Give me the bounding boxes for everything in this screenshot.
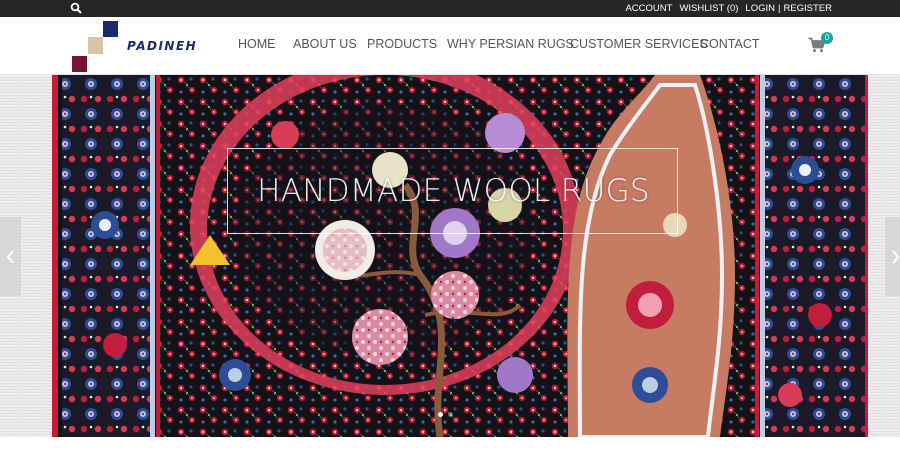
wishlist-link[interactable]: WISHLIST (0) (679, 3, 738, 14)
hero-caption: HANDMADE WOOL RUGS (257, 173, 650, 209)
top-bar: ACCOUNT WISHLIST (0) LOGIN | REGISTER (0, 0, 900, 17)
top-links: ACCOUNT WISHLIST (0) LOGIN | REGISTER (625, 2, 832, 15)
account-link[interactable]: ACCOUNT (625, 3, 672, 14)
logo-maroon-square (72, 56, 87, 72)
slider-next-button[interactable] (885, 217, 900, 296)
chevron-left-icon (6, 250, 14, 264)
login-link[interactable]: LOGIN (745, 3, 775, 14)
link-separator: | (777, 3, 781, 14)
logo-navy-square (103, 21, 118, 37)
register-link[interactable]: REGISTER (783, 3, 832, 14)
hero-slider: HANDMADE WOOL RUGS (0, 75, 900, 437)
hero-caption-frame: HANDMADE WOOL RUGS (227, 148, 678, 234)
nav-item-products[interactable]: PRODUCTS (367, 37, 437, 51)
logo-beige-square (88, 37, 103, 54)
nav-item-why-persian-rugs[interactable]: WHY PERSIAN RUGS (447, 37, 574, 51)
slider-prev-button[interactable] (0, 217, 21, 296)
chevron-right-icon (892, 250, 900, 264)
logo-wordmark: PADINEH (127, 39, 198, 53)
nav-item-about-us[interactable]: ABOUT US (293, 37, 357, 51)
nav-item-contact[interactable]: CONTACT (700, 37, 760, 51)
nav-item-home[interactable]: HOME (238, 37, 276, 51)
rug-slide-image (0, 75, 900, 437)
slider-dot-2[interactable] (448, 412, 453, 417)
nav-item-customer-services[interactable]: CUSTOMER SERVICES (570, 37, 708, 51)
search-icon[interactable] (70, 2, 82, 14)
cart-count-badge: 0 (821, 32, 833, 44)
padineh-logo[interactable]: PADINEH (70, 19, 210, 73)
slider-dot-1[interactable] (438, 412, 443, 417)
site-header: PADINEH HOME ABOUT US PRODUCTS WHY PERSI… (0, 17, 900, 75)
